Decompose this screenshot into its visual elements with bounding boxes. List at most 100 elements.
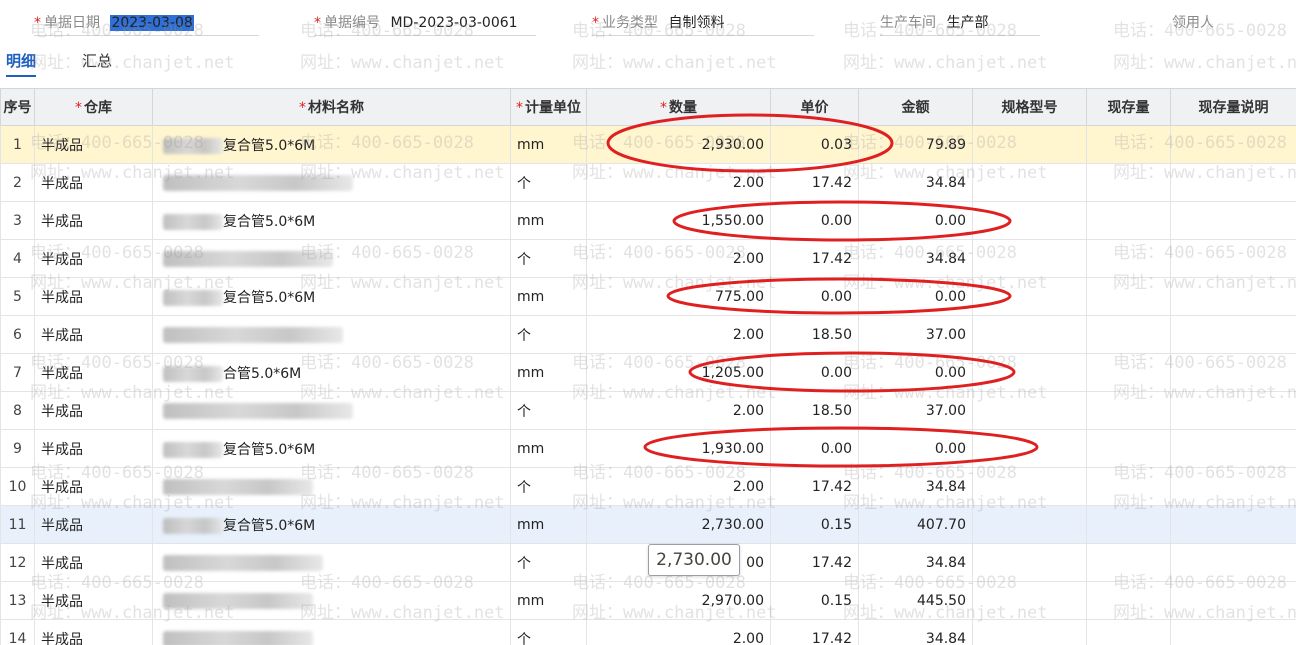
table-row[interactable]: 10 半成品 个 2.00 17.42 34.84 bbox=[0, 467, 1296, 506]
cell-qty[interactable]: 1,550.00 bbox=[586, 201, 771, 240]
cell-material[interactable] bbox=[152, 239, 511, 278]
cell-price[interactable]: 0.15 bbox=[770, 505, 859, 544]
cell-price[interactable]: 0.00 bbox=[770, 201, 859, 240]
cell-material[interactable] bbox=[152, 467, 511, 506]
cell-unit[interactable]: mm bbox=[510, 505, 587, 544]
cell-no[interactable]: 9 bbox=[0, 429, 35, 468]
table-row[interactable]: 6 半成品 个 2.00 18.50 37.00 bbox=[0, 315, 1296, 354]
cell-stock-note[interactable] bbox=[1170, 239, 1296, 278]
cell-warehouse[interactable]: 半成品 bbox=[34, 619, 153, 645]
cell-warehouse[interactable]: 半成品 bbox=[34, 429, 153, 468]
cell-stock[interactable] bbox=[1086, 467, 1171, 506]
cell-stock[interactable] bbox=[1086, 429, 1171, 468]
cell-stock[interactable] bbox=[1086, 353, 1171, 392]
table-row[interactable]: 14 半成品 个 2.00 17.42 34.84 bbox=[0, 619, 1296, 645]
cell-material[interactable]: 复合管5.0*6M bbox=[152, 277, 511, 316]
cell-unit[interactable]: mm bbox=[510, 201, 587, 240]
cell-price[interactable]: 17.42 bbox=[770, 239, 859, 278]
cell-no[interactable]: 8 bbox=[0, 391, 35, 430]
cell-warehouse[interactable]: 半成品 bbox=[34, 125, 153, 164]
table-row[interactable]: 5 半成品 复合管5.0*6M mm 775.00 0.00 0.00 bbox=[0, 277, 1296, 316]
table-row[interactable]: 9 半成品 复合管5.0*6M mm 1,930.00 0.00 0.00 bbox=[0, 429, 1296, 468]
cell-price[interactable]: 17.42 bbox=[770, 619, 859, 645]
cell-stock-note[interactable] bbox=[1170, 163, 1296, 202]
cell-material[interactable] bbox=[152, 543, 511, 582]
col-header-stock-note[interactable]: 现存量说明 bbox=[1170, 88, 1296, 126]
tab-detail[interactable]: 明细 bbox=[6, 50, 37, 77]
cell-no[interactable]: 5 bbox=[0, 277, 35, 316]
cell-material[interactable]: 复合管5.0*6M bbox=[152, 429, 511, 468]
cell-amount[interactable]: 0.00 bbox=[858, 277, 973, 316]
cell-stock-note[interactable] bbox=[1170, 353, 1296, 392]
cell-stock-note[interactable] bbox=[1170, 467, 1296, 506]
cell-spec[interactable] bbox=[972, 125, 1087, 164]
cell-qty[interactable]: 1,205.00 bbox=[586, 353, 771, 392]
cell-stock[interactable] bbox=[1086, 163, 1171, 202]
cell-qty[interactable]: 775.00 bbox=[586, 277, 771, 316]
col-header-warehouse[interactable]: * 仓库 bbox=[34, 88, 153, 126]
cell-unit[interactable]: mm bbox=[510, 429, 587, 468]
cell-unit[interactable]: mm bbox=[510, 277, 587, 316]
cell-qty[interactable]: 2.00 bbox=[586, 467, 771, 506]
cell-amount[interactable]: 34.84 bbox=[858, 239, 973, 278]
date-input[interactable]: 2023-03-08 bbox=[110, 15, 194, 31]
cell-stock-note[interactable] bbox=[1170, 277, 1296, 316]
cell-material[interactable] bbox=[152, 391, 511, 430]
cell-stock[interactable] bbox=[1086, 543, 1171, 582]
cell-qty[interactable]: 2,930.00 bbox=[586, 125, 771, 164]
cell-spec[interactable] bbox=[972, 581, 1087, 620]
cell-no[interactable]: 7 bbox=[0, 353, 35, 392]
cell-no[interactable]: 10 bbox=[0, 467, 35, 506]
cell-spec[interactable] bbox=[972, 163, 1087, 202]
cell-price[interactable]: 0.03 bbox=[770, 125, 859, 164]
col-header-price[interactable]: 单价 bbox=[770, 88, 859, 126]
cell-spec[interactable] bbox=[972, 353, 1087, 392]
cell-stock-note[interactable] bbox=[1170, 543, 1296, 582]
cell-material[interactable] bbox=[152, 619, 511, 645]
cell-warehouse[interactable]: 半成品 bbox=[34, 315, 153, 354]
cell-amount[interactable]: 0.00 bbox=[858, 353, 973, 392]
cell-amount[interactable]: 34.84 bbox=[858, 467, 973, 506]
cell-spec[interactable] bbox=[972, 239, 1087, 278]
cell-no[interactable]: 4 bbox=[0, 239, 35, 278]
cell-material[interactable] bbox=[152, 163, 511, 202]
col-header-qty[interactable]: * 数量 bbox=[586, 88, 771, 126]
cell-stock-note[interactable] bbox=[1170, 201, 1296, 240]
cell-stock[interactable] bbox=[1086, 315, 1171, 354]
cell-material[interactable]: 复合管5.0*6M bbox=[152, 125, 511, 164]
cell-stock[interactable] bbox=[1086, 239, 1171, 278]
cell-unit[interactable]: 个 bbox=[510, 315, 587, 354]
cell-unit[interactable]: 个 bbox=[510, 619, 587, 645]
cell-warehouse[interactable]: 半成品 bbox=[34, 163, 153, 202]
workshop-select[interactable]: 生产部 bbox=[946, 15, 988, 31]
cell-amount[interactable]: 0.00 bbox=[858, 429, 973, 468]
cell-qty[interactable]: 2.00 bbox=[586, 239, 771, 278]
cell-stock[interactable] bbox=[1086, 505, 1171, 544]
cell-spec[interactable] bbox=[972, 505, 1087, 544]
cell-price[interactable]: 0.00 bbox=[770, 429, 859, 468]
cell-qty[interactable]: 1,930.00 bbox=[586, 429, 771, 468]
col-header-no[interactable]: 序号 bbox=[0, 88, 35, 126]
cell-qty[interactable]: 2.00 bbox=[586, 163, 771, 202]
col-header-stock[interactable]: 现存量 bbox=[1086, 88, 1171, 126]
table-row[interactable]: 8 半成品 个 2.00 18.50 37.00 bbox=[0, 391, 1296, 430]
cell-no[interactable]: 1 bbox=[0, 125, 35, 164]
cell-amount[interactable]: 0.00 bbox=[858, 201, 973, 240]
cell-no[interactable]: 12 bbox=[0, 543, 35, 582]
cell-spec[interactable] bbox=[972, 429, 1087, 468]
cell-price[interactable]: 0.00 bbox=[770, 277, 859, 316]
cell-qty[interactable]: 2,730.00 bbox=[586, 505, 771, 544]
cell-spec[interactable] bbox=[972, 315, 1087, 354]
date-field[interactable]: * 单据日期 2023-03-08 bbox=[34, 12, 259, 40]
cell-unit[interactable]: 个 bbox=[510, 391, 587, 430]
table-row[interactable]: 7 半成品 合管5.0*6M mm 1,205.00 0.00 0.00 bbox=[0, 353, 1296, 392]
cell-warehouse[interactable]: 半成品 bbox=[34, 543, 153, 582]
cell-unit[interactable]: mm bbox=[510, 353, 587, 392]
cell-stock-note[interactable] bbox=[1170, 505, 1296, 544]
cell-material[interactable] bbox=[152, 581, 511, 620]
biztype-field[interactable]: * 业务类型 自制领料 bbox=[592, 12, 814, 40]
cell-amount[interactable]: 445.50 bbox=[858, 581, 973, 620]
cell-stock[interactable] bbox=[1086, 391, 1171, 430]
cell-warehouse[interactable]: 半成品 bbox=[34, 581, 153, 620]
cell-stock[interactable] bbox=[1086, 619, 1171, 645]
